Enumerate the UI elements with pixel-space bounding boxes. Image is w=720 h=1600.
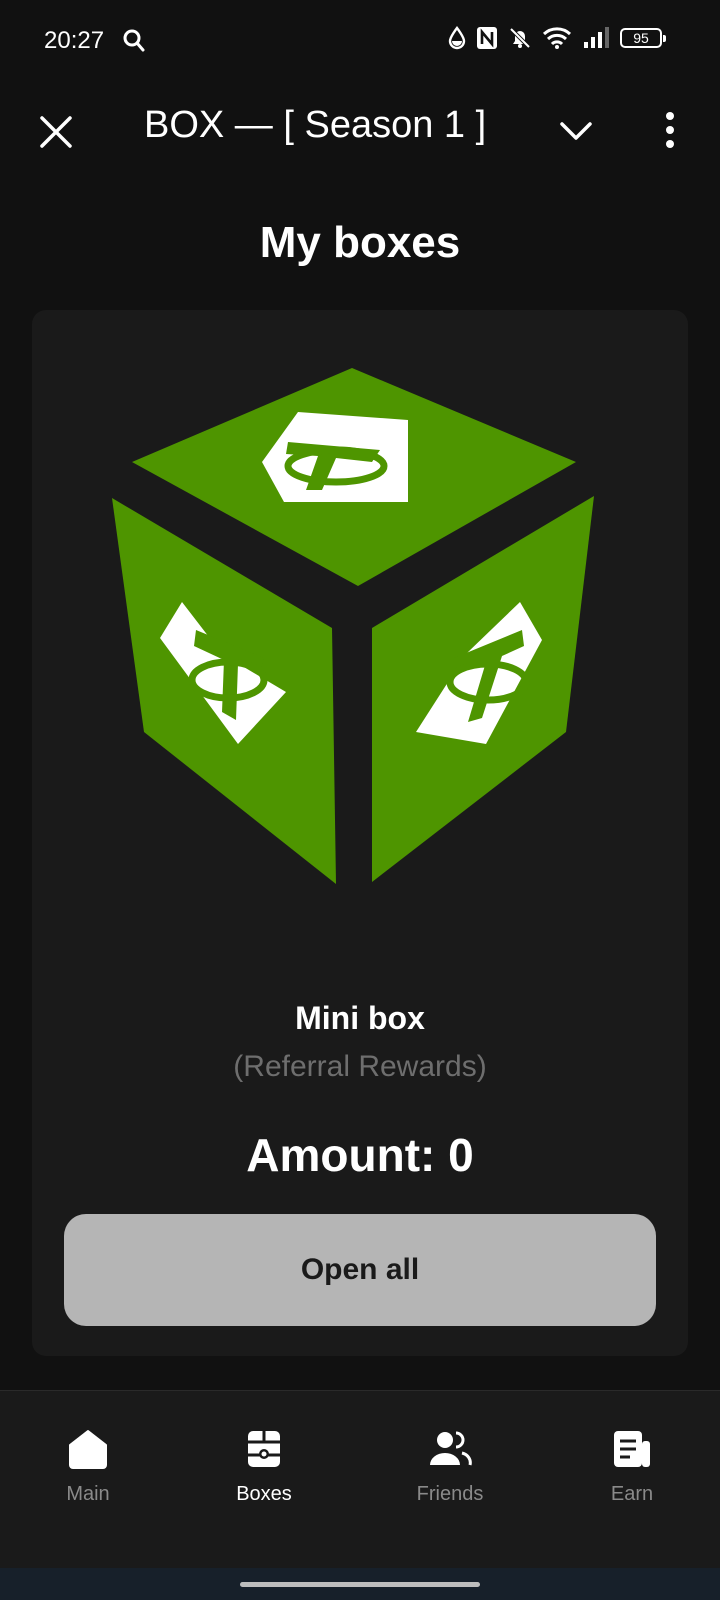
boxes-icon bbox=[248, 1431, 280, 1467]
signal-icon bbox=[582, 26, 610, 50]
home-icon bbox=[69, 1430, 107, 1469]
status-icons: 95 bbox=[448, 26, 666, 50]
green-cube-box-icon bbox=[112, 368, 594, 884]
drop-icon bbox=[448, 26, 466, 50]
battery-level: 95 bbox=[633, 30, 649, 46]
search-icon bbox=[122, 28, 146, 59]
battery-icon: 95 bbox=[620, 28, 666, 48]
header-title: BOX — [ Season 1 ] bbox=[144, 104, 487, 146]
open-all-button[interactable]: Open all bbox=[64, 1214, 656, 1326]
app-header: BOX — [ Season 1 ] bbox=[0, 84, 720, 176]
more-vertical-icon[interactable] bbox=[660, 110, 680, 150]
nav-item-friends[interactable]: Friends bbox=[370, 1427, 530, 1506]
nav-label-boxes: Boxes bbox=[236, 1483, 292, 1505]
close-icon[interactable] bbox=[36, 112, 76, 152]
box-subtitle: (Referral Rewards) bbox=[233, 1050, 487, 1083]
home-indicator[interactable] bbox=[240, 1582, 480, 1587]
wifi-icon bbox=[542, 26, 572, 50]
nav-item-boxes[interactable]: Boxes bbox=[184, 1427, 344, 1506]
nav-label-main: Main bbox=[66, 1483, 110, 1505]
status-bar: 20:27 95 bbox=[0, 0, 720, 84]
chevron-down-icon[interactable] bbox=[556, 114, 596, 148]
earn-icon bbox=[614, 1431, 650, 1467]
box-name: Mini box bbox=[295, 1000, 425, 1036]
box-card: Mini box (Referral Rewards) Amount: 0 Op… bbox=[32, 310, 688, 1356]
page-title: My boxes bbox=[259, 218, 461, 267]
nav-label-earn: Earn bbox=[610, 1483, 654, 1505]
nav-item-main[interactable]: Main bbox=[8, 1427, 168, 1506]
bottom-nav: Main Boxes Friends Earn bbox=[0, 1390, 720, 1569]
nfc-icon bbox=[476, 26, 498, 50]
status-time: 20:27 bbox=[44, 27, 105, 54]
bell-off-icon bbox=[508, 26, 532, 50]
box-amount: Amount: 0 bbox=[246, 1129, 474, 1181]
nav-label-friends: Friends bbox=[416, 1483, 484, 1505]
friends-icon bbox=[430, 1431, 472, 1466]
nav-item-earn[interactable]: Earn bbox=[552, 1427, 712, 1506]
gesture-bar bbox=[0, 1568, 720, 1600]
